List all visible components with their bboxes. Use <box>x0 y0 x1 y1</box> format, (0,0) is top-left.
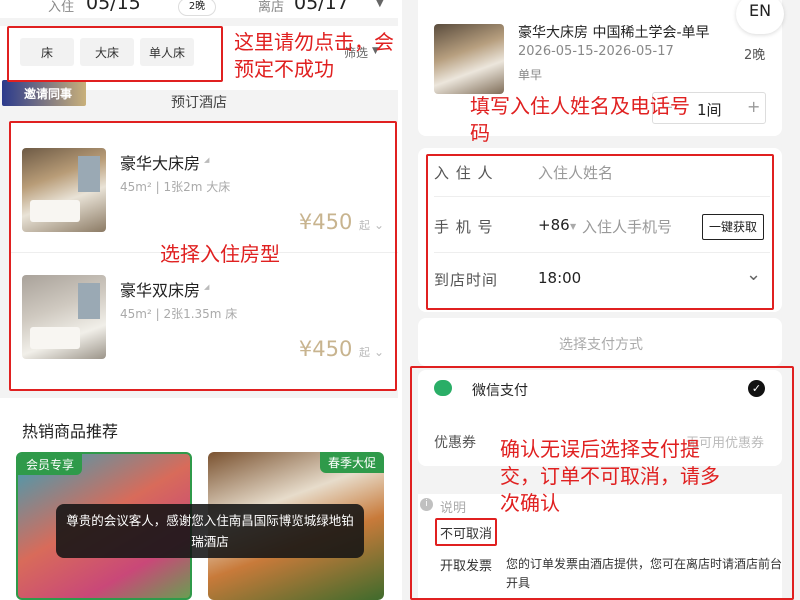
booking-nights: 2晚 <box>744 48 766 63</box>
date-row: 入住 05/15 2晚 离店 05/17 ▼ <box>0 0 398 18</box>
booking-breakfast: 单早 <box>518 68 543 82</box>
booking-room-name: 豪华大床房 中国稀土学会-单早 <box>518 25 710 41</box>
promo-tag: 春季大促 <box>319 452 384 473</box>
order-confirm-page: 豪华大床房 中国稀土学会-单早 2026-05-15-2026-05-17 2晚… <box>402 0 800 600</box>
language-button[interactable]: EN <box>736 0 784 34</box>
checkin-date[interactable]: 05/15 <box>86 0 141 14</box>
checkout-label: 离店 <box>258 0 285 15</box>
room-count: 1间 <box>697 101 722 119</box>
chevron-down-icon[interactable]: ▼ <box>376 0 384 9</box>
invite-banner-text: 邀请同事 <box>24 87 73 101</box>
plus-button[interactable]: + <box>747 97 760 116</box>
member-tag: 会员专享 <box>18 454 83 475</box>
room-thumbnail <box>434 24 504 94</box>
payment-header: 选择支付方式 <box>559 337 643 353</box>
hot-products-title: 热销商品推荐 <box>22 422 119 441</box>
annotation-payment: 确认无误后选择支付提交，订单不可取消，请多次确认 <box>500 437 720 515</box>
nights-badge: 2晚 <box>178 0 216 16</box>
annotation-filter: 这里请勿点击，会预定不成功 <box>234 30 394 81</box>
annotation-box-form <box>426 154 774 310</box>
annotation-box-non-cancel <box>435 518 497 546</box>
hotel-booking-page: 入住 05/15 2晚 离店 05/17 ▼ 床 大床 单人床 筛选 ▼ 邀请同… <box>0 0 398 600</box>
welcome-toast: 尊贵的会议客人，感谢您入住南昌国际博览城绿地铂瑞酒店 <box>56 504 364 558</box>
annotation-box-filter <box>7 26 223 82</box>
annotation-rooms: 选择入住房型 <box>160 242 280 266</box>
annotation-form: 填写入住人姓名及电话号码 <box>470 94 690 145</box>
checkin-label: 入住 <box>48 0 75 15</box>
booking-dates: 2026-05-15-2026-05-17 <box>518 44 674 59</box>
checkout-date[interactable]: 05/17 <box>294 0 349 14</box>
invite-banner[interactable]: 邀请同事 <box>2 80 86 106</box>
